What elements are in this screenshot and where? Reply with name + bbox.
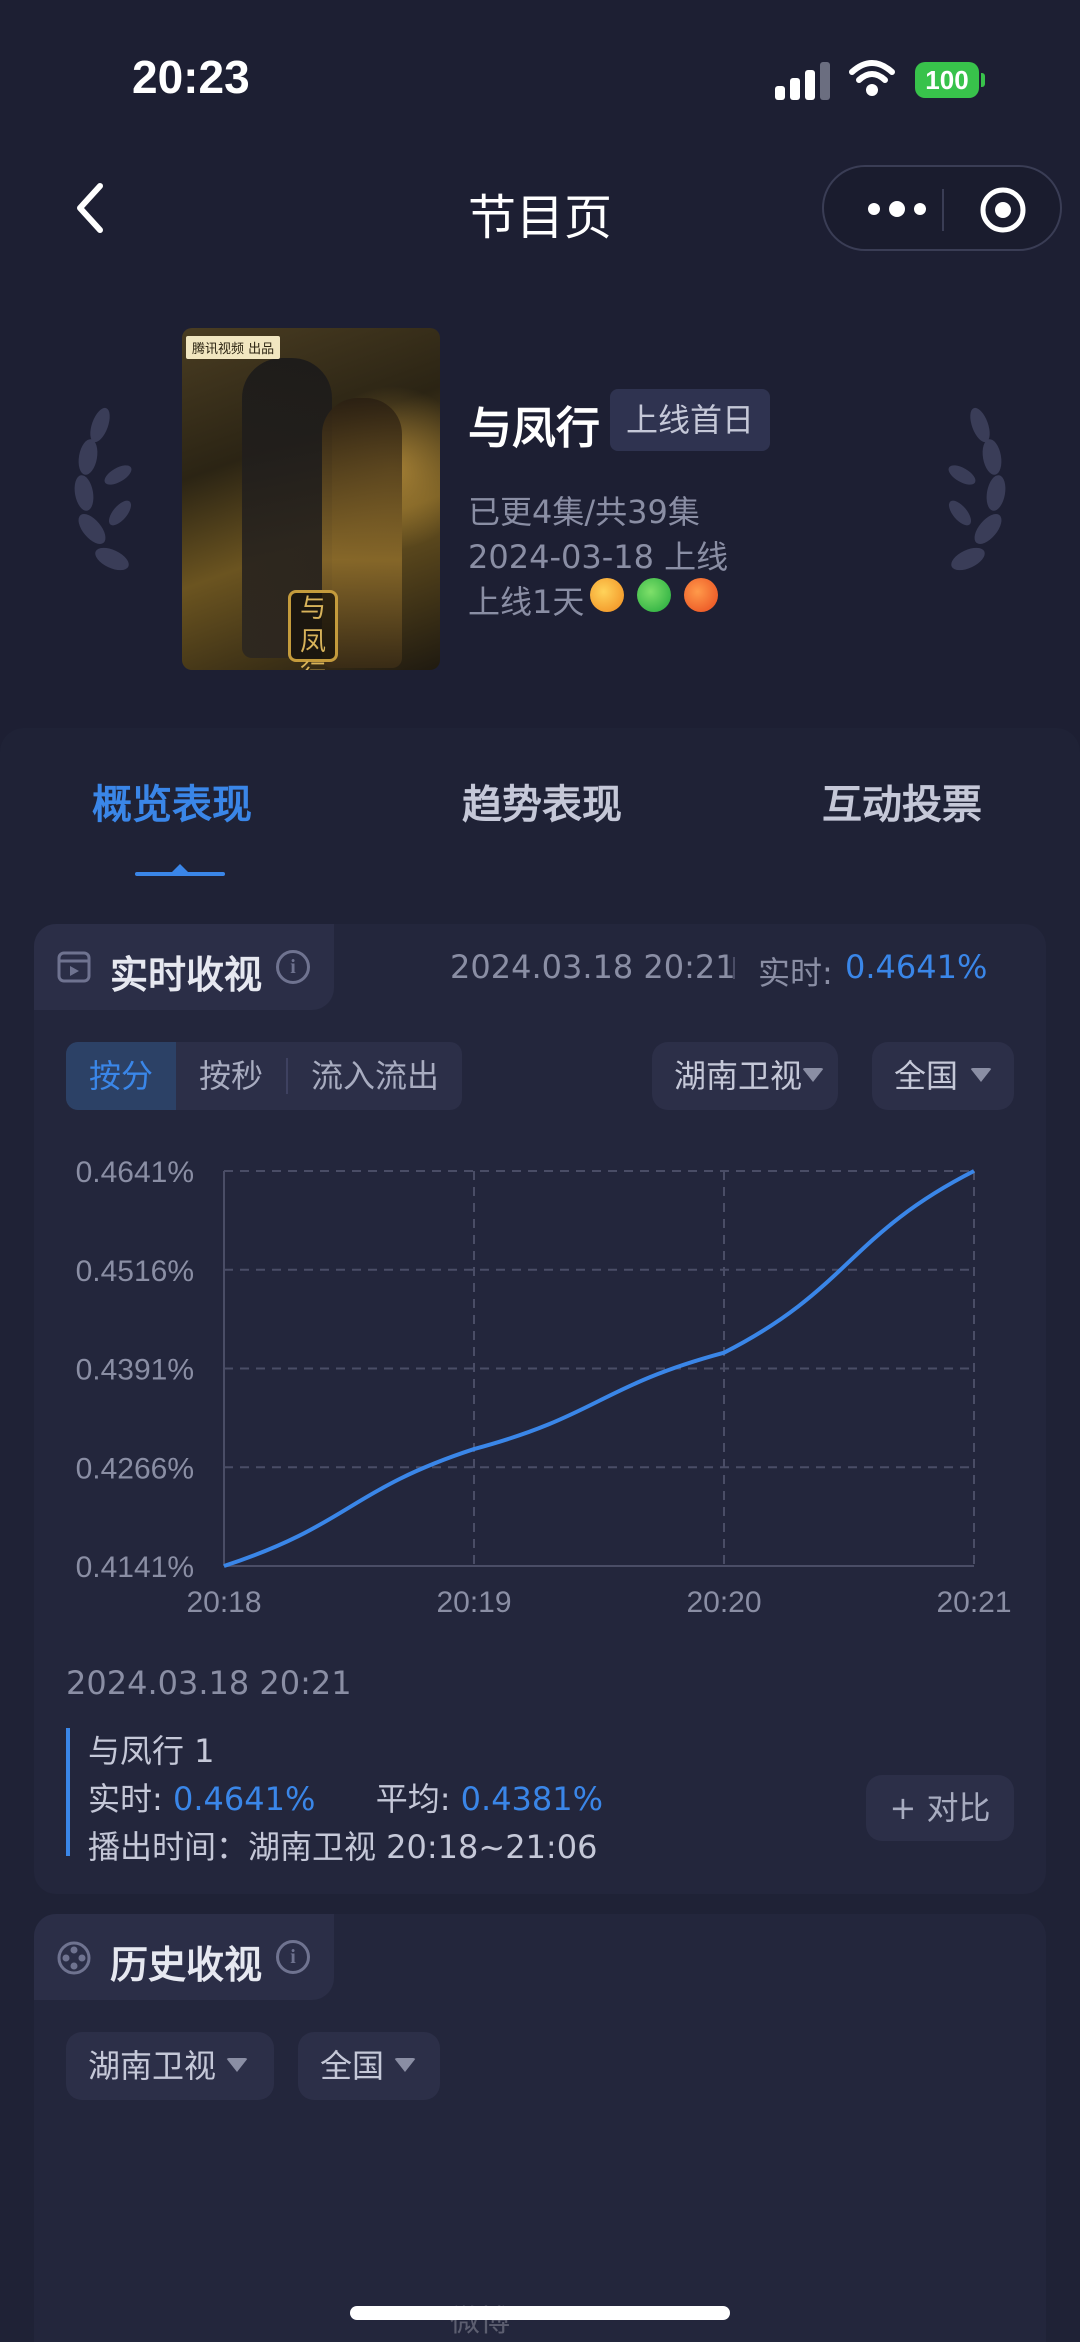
chevron-down-icon	[394, 2058, 416, 2072]
status-time: 20:23	[132, 51, 250, 103]
show-poster[interactable]: 腾讯视频 出品 与凤行	[182, 328, 440, 670]
poster-badge: 腾讯视频 出品	[186, 336, 281, 359]
release-date: 2024-03-18 上线	[468, 538, 729, 576]
detail-values: 实时: 0.4641% 平均: 0.4381%	[88, 1774, 603, 1820]
x-tick-label: 20:19	[436, 1586, 511, 1619]
segment-flow[interactable]: 流入流出	[288, 1042, 462, 1110]
laurel-right-icon	[948, 407, 1006, 571]
platform-icons	[590, 578, 726, 612]
close-miniprogram-icon[interactable]	[978, 185, 1028, 235]
battery-indicator: 100	[915, 62, 985, 98]
battery-level: 100	[915, 62, 979, 98]
signal-icon	[775, 62, 830, 100]
chevron-down-icon	[226, 2058, 248, 2072]
history-channel-dropdown[interactable]: 湖南卫视	[66, 2032, 274, 2100]
channel-dropdown[interactable]: 湖南卫视	[652, 1042, 838, 1110]
miniprogram-capsule	[822, 165, 1062, 251]
x-tick-label: 20:18	[186, 1586, 261, 1619]
info-icon[interactable]: i	[276, 950, 310, 984]
episode-count: 已更4集/共39集	[468, 493, 700, 531]
tv-icon	[57, 951, 91, 983]
iqiyi-icon	[637, 578, 672, 612]
region-dropdown[interactable]: 全国	[872, 1042, 1014, 1110]
history-title: 历史收视	[110, 1943, 263, 1987]
tab-overview[interactable]: 概览表现	[92, 772, 252, 830]
detail-accent-bar	[66, 1728, 70, 1856]
home-indicator	[350, 2306, 730, 2320]
realtime-label: 实时:	[758, 954, 833, 992]
detail-show-name: 与凤行 1	[88, 1732, 215, 1770]
x-tick-label: 20:20	[686, 1586, 761, 1619]
more-icon[interactable]	[862, 191, 932, 227]
poster-title-seal: 与凤行	[288, 590, 338, 670]
detail-realtime-value: 0.4641%	[172, 1780, 316, 1818]
online-days: 上线1天	[468, 583, 585, 621]
status-badge: 上线首日	[610, 389, 771, 451]
y-tick-label: 0.4516%	[76, 1255, 194, 1288]
show-title: 与凤行	[468, 403, 600, 454]
detail-avg-value: 0.4381%	[460, 1780, 604, 1818]
realtime-timestamp: 2024.03.18 20:21	[450, 948, 736, 986]
info-icon[interactable]: i	[276, 1940, 310, 1974]
x-tick-label: 20:21	[936, 1586, 1011, 1619]
wifi-icon	[849, 60, 895, 96]
channel-dropdown-value: 湖南卫视	[674, 1057, 803, 1095]
history-region-dropdown[interactable]: 全国	[298, 2032, 440, 2100]
history-region-value: 全国	[320, 2047, 385, 2085]
segment-by-minute[interactable]: 按分	[66, 1042, 176, 1110]
film-reel-icon	[57, 1941, 91, 1975]
detail-avg-label: 平均:	[375, 1780, 451, 1818]
realtime-value: 0.4641%	[845, 948, 988, 986]
chevron-down-icon	[802, 1068, 824, 1082]
tab-indicator	[135, 872, 225, 876]
realtime-line-chart: 0.4641% 0.4516% 0.4391% 0.4266% 0.4141%20:18…	[76, 1156, 1012, 1619]
detail-airtime: 播出时间：湖南卫视 20:18~21:06	[88, 1828, 598, 1866]
granularity-segmented-control: 按分 按秒 流入流出	[66, 1042, 462, 1110]
y-tick-label: 0.4641%	[76, 1156, 194, 1189]
y-tick-label: 0.4391%	[76, 1354, 194, 1387]
mango-tv-icon	[590, 578, 624, 612]
tab-vote[interactable]: 互动投票	[822, 772, 982, 830]
laurel-left-icon	[74, 407, 132, 571]
realtime-title: 实时收视	[110, 953, 263, 997]
detail-realtime-label: 实时:	[88, 1780, 163, 1818]
region-dropdown-value: 全国	[894, 1057, 959, 1095]
segment-by-second[interactable]: 按秒	[176, 1042, 286, 1110]
tab-trend[interactable]: 趋势表现	[462, 772, 622, 830]
history-channel-value: 湖南卫视	[88, 2047, 217, 2085]
chevron-down-icon	[970, 1068, 992, 1082]
youku-icon	[684, 578, 719, 612]
y-tick-label: 0.4266%	[76, 1452, 194, 1485]
compare-button[interactable]: + 对比	[866, 1775, 1014, 1841]
detail-timestamp: 2024.03.18 20:21	[66, 1664, 352, 1702]
y-tick-label: 0.4141%	[76, 1551, 194, 1584]
